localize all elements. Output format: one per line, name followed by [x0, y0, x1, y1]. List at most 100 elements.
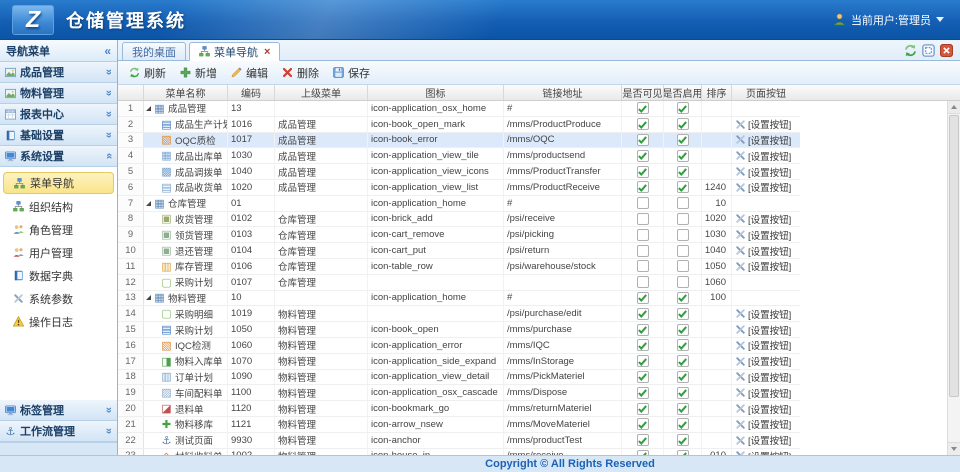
- checkbox-checked[interactable]: [677, 308, 689, 320]
- set-button-link[interactable]: [设置按钮]: [735, 149, 791, 163]
- checkbox-checked[interactable]: [637, 387, 649, 399]
- add-button[interactable]: 新增: [173, 63, 224, 83]
- table-row[interactable]: 6▤成品收货单1020成品管理icon-application_view_lis…: [118, 180, 800, 196]
- checkbox-checked[interactable]: [637, 418, 649, 430]
- scroll-up-icon[interactable]: [948, 101, 960, 114]
- column-header[interactable]: 编码: [228, 85, 275, 100]
- sidebar-panel-header[interactable]: 标签管理«: [0, 400, 117, 421]
- checkbox-checked[interactable]: [677, 355, 689, 367]
- sidebar-panel-header[interactable]: ⚓工作流管理«: [0, 421, 117, 442]
- checkbox-checked[interactable]: [677, 166, 689, 178]
- set-button-link[interactable]: [设置按钮]: [735, 433, 791, 447]
- column-header[interactable]: 页面按钮: [732, 85, 800, 100]
- sidebar-item[interactable]: 用户管理: [0, 241, 117, 264]
- checkbox-checked[interactable]: [677, 181, 689, 193]
- checkbox-checked[interactable]: [677, 150, 689, 162]
- table-row[interactable]: 23⌂材料收料单1002物料管理icon-house_in/mms/receiv…: [118, 449, 800, 455]
- tree-expand-icon[interactable]: [146, 106, 151, 111]
- table-row[interactable]: 11▥库存管理0106仓库管理icon-table_row/psi/wareho…: [118, 259, 800, 275]
- checkbox-checked[interactable]: [677, 450, 689, 455]
- refresh-icon[interactable]: [904, 44, 917, 57]
- column-header[interactable]: 链接地址: [504, 85, 622, 100]
- sidebar-panel-header[interactable]: 报表中心«: [0, 104, 117, 125]
- table-row[interactable]: 12▢采购计划0107仓库管理1060: [118, 275, 800, 291]
- checkbox-checked[interactable]: [637, 324, 649, 336]
- table-row[interactable]: 8▣收货管理0102仓库管理icon-brick_add/psi/receive…: [118, 212, 800, 228]
- set-button-link[interactable]: [设置按钮]: [735, 180, 791, 194]
- vertical-scrollbar[interactable]: [947, 101, 960, 455]
- scrollbar-thumb[interactable]: [949, 115, 959, 397]
- set-button-link[interactable]: [设置按钮]: [735, 307, 791, 321]
- checkbox-checked[interactable]: [637, 339, 649, 351]
- sidebar-panel-header[interactable]: 成品管理«: [0, 62, 117, 83]
- table-row[interactable]: 20◪退料单1120物料管理icon-bookmark_go/mms/retur…: [118, 401, 800, 417]
- checkbox-checked[interactable]: [637, 434, 649, 446]
- sidebar-item[interactable]: 数据字典: [0, 264, 117, 287]
- column-header[interactable]: 图标: [368, 85, 504, 100]
- set-button-link[interactable]: [设置按钮]: [735, 417, 791, 431]
- save-button[interactable]: 保存: [326, 63, 377, 83]
- checkbox-unchecked[interactable]: [677, 213, 689, 225]
- checkbox-checked[interactable]: [677, 403, 689, 415]
- checkbox-checked[interactable]: [677, 102, 689, 114]
- checkbox-unchecked[interactable]: [637, 260, 649, 272]
- table-row[interactable]: 14▢采购明细1019物料管理/psi/purchase/edit[设置按钮]: [118, 306, 800, 322]
- checkbox-unchecked[interactable]: [677, 229, 689, 241]
- sidebar-collapse-icon[interactable]: «: [104, 44, 111, 58]
- sidebar-panel-header[interactable]: 基础设置«: [0, 125, 117, 146]
- table-row[interactable]: 3▧OQC质检1017成品管理icon-book_error/mms/OQC[设…: [118, 133, 800, 149]
- checkbox-checked[interactable]: [677, 292, 689, 304]
- sidebar-item[interactable]: 角色管理: [0, 218, 117, 241]
- table-row[interactable]: 21✚物料移库1121物料管理icon-arrow_nsew/mms/MoveM…: [118, 417, 800, 433]
- set-button-link[interactable]: [设置按钮]: [735, 338, 791, 352]
- tab-close-icon[interactable]: ×: [264, 46, 270, 58]
- set-button-link[interactable]: [设置按钮]: [735, 212, 791, 226]
- table-row[interactable]: 18▥订单计划1090物料管理icon-application_view_det…: [118, 370, 800, 386]
- checkbox-checked[interactable]: [637, 355, 649, 367]
- checkbox-checked[interactable]: [637, 292, 649, 304]
- column-header[interactable]: 排序: [702, 85, 732, 100]
- set-button-link[interactable]: [设置按钮]: [735, 165, 791, 179]
- sidebar-item[interactable]: 菜单导航: [3, 172, 114, 194]
- checkbox-checked[interactable]: [637, 102, 649, 114]
- column-header[interactable]: 是否可见: [622, 85, 664, 100]
- set-button-link[interactable]: [设置按钮]: [735, 117, 791, 131]
- table-row[interactable]: 22⚓测试页面9930物料管理icon-anchor/mms/productTe…: [118, 433, 800, 449]
- close-icon[interactable]: [940, 44, 953, 57]
- checkbox-unchecked[interactable]: [637, 229, 649, 241]
- refresh-button[interactable]: 刷新: [122, 63, 173, 83]
- restore-icon[interactable]: [922, 44, 935, 57]
- sidebar-panel-header[interactable]: 物料管理«: [0, 83, 117, 104]
- set-button-link[interactable]: [设置按钮]: [735, 449, 791, 455]
- checkbox-checked[interactable]: [637, 134, 649, 146]
- checkbox-checked[interactable]: [637, 166, 649, 178]
- set-button-link[interactable]: [设置按钮]: [735, 259, 791, 273]
- checkbox-checked[interactable]: [637, 403, 649, 415]
- checkbox-unchecked[interactable]: [677, 197, 689, 209]
- column-header[interactable]: 上级菜单: [275, 85, 368, 100]
- checkbox-unchecked[interactable]: [637, 245, 649, 257]
- edit-button[interactable]: 编辑: [224, 63, 275, 83]
- checkbox-unchecked[interactable]: [637, 213, 649, 225]
- set-button-link[interactable]: [设置按钮]: [735, 228, 791, 242]
- table-row[interactable]: 13▦物料管理10icon-application_home#100: [118, 291, 800, 307]
- checkbox-checked[interactable]: [677, 339, 689, 351]
- tab-active[interactable]: 菜单导航×: [189, 42, 280, 61]
- set-button-link[interactable]: [设置按钮]: [735, 244, 791, 258]
- checkbox-checked[interactable]: [677, 118, 689, 130]
- table-row[interactable]: 4▦成品出库单1030成品管理icon-application_view_til…: [118, 148, 800, 164]
- table-row[interactable]: 15▤采购计划1050物料管理icon-book_open/mms/purcha…: [118, 322, 800, 338]
- checkbox-checked[interactable]: [677, 134, 689, 146]
- table-row[interactable]: 16▧IQC检测1060物料管理icon-application_error/m…: [118, 338, 800, 354]
- column-header[interactable]: 菜单名称: [144, 85, 228, 100]
- checkbox-unchecked[interactable]: [637, 276, 649, 288]
- sidebar-item[interactable]: 组织结构: [0, 195, 117, 218]
- set-button-link[interactable]: [设置按钮]: [735, 402, 791, 416]
- current-user-menu[interactable]: 当前用户:管理员: [833, 12, 944, 28]
- checkbox-checked[interactable]: [637, 371, 649, 383]
- checkbox-checked[interactable]: [637, 450, 649, 455]
- checkbox-checked[interactable]: [637, 118, 649, 130]
- set-button-link[interactable]: [设置按钮]: [735, 386, 791, 400]
- checkbox-unchecked[interactable]: [677, 245, 689, 257]
- table-row[interactable]: 19▨车间配料单1100物料管理icon-application_osx_cas…: [118, 385, 800, 401]
